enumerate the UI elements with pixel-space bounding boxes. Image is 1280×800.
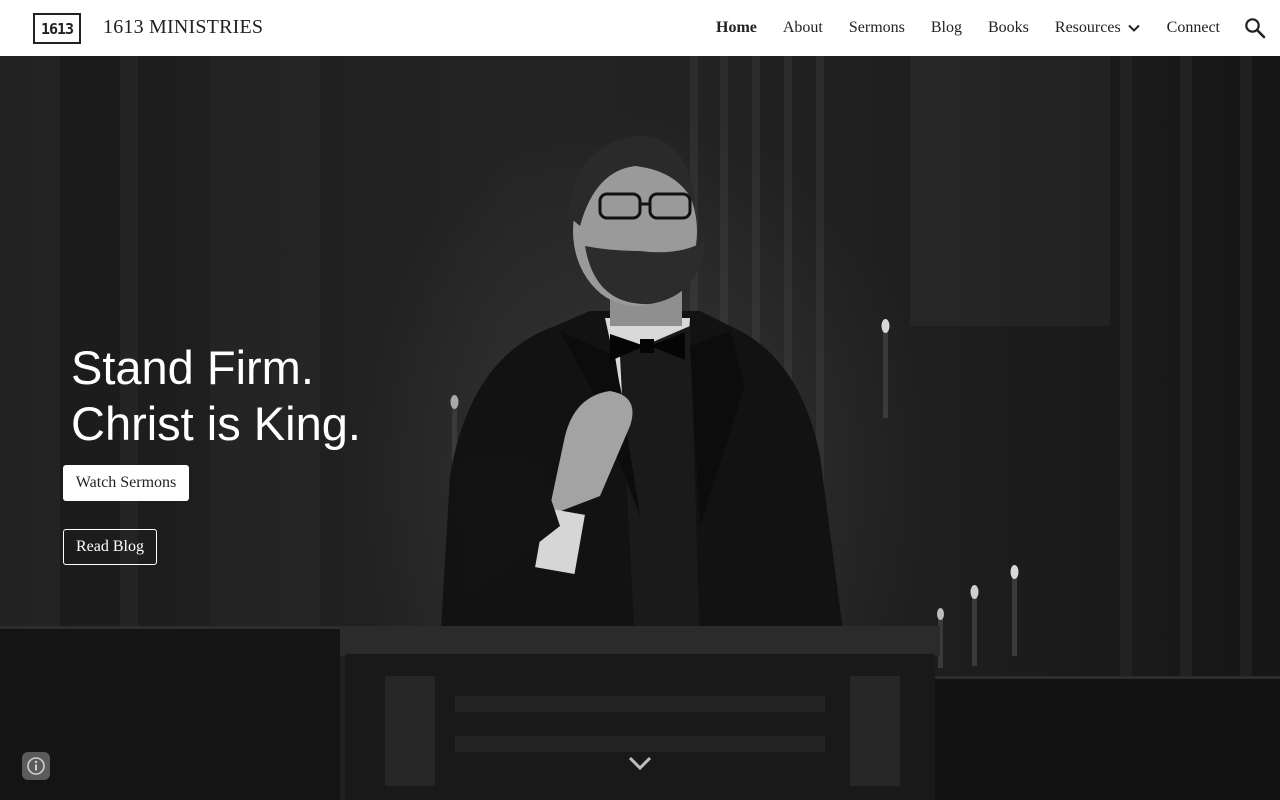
nav-item-label: Connect (1166, 19, 1220, 36)
site-header: 1613 1613 MINISTRIES Home About Sermons … (0, 0, 1280, 56)
nav-item-connect[interactable]: Connect (1167, 19, 1220, 37)
nav-item-label: Blog (930, 19, 962, 36)
nav-item-label: Sermons (848, 19, 905, 36)
nav-item-label: Resources (1054, 19, 1121, 36)
watch-sermons-button[interactable]: Watch Sermons (63, 465, 189, 501)
hero-line-1: Stand Firm. (71, 341, 314, 394)
nav-item-sermons[interactable]: Sermons (849, 19, 905, 37)
nav-item-about[interactable]: About (783, 19, 823, 37)
nav-item-books[interactable]: Books (988, 19, 1029, 37)
nav-item-label: Home (716, 19, 757, 36)
read-blog-button[interactable]: Read Blog (63, 529, 157, 565)
info-icon-glyph (27, 757, 45, 775)
hero-section: Stand Firm. Christ is King. Watch Sermon… (0, 56, 1280, 800)
site-logo[interactable]: 1613 (33, 13, 81, 44)
chevron-down-icon[interactable] (1127, 21, 1141, 35)
site-title[interactable]: 1613 MINISTRIES (103, 16, 263, 39)
nav-item-label: About (782, 19, 823, 36)
nav-item-home[interactable]: Home (716, 19, 757, 37)
search-icon[interactable] (1244, 17, 1266, 39)
hero-headline: Stand Firm. Christ is King. (71, 340, 361, 452)
nav-item-label: Books (988, 19, 1029, 36)
hero-line-2: Christ is King. (71, 397, 361, 450)
nav-item-resources[interactable]: Resources (1055, 19, 1141, 37)
nav-item-blog[interactable]: Blog (931, 19, 962, 37)
info-icon[interactable] (22, 752, 50, 780)
chevron-down-icon[interactable] (627, 754, 653, 772)
main-nav: Home About Sermons Blog Books Resources … (690, 0, 1220, 56)
